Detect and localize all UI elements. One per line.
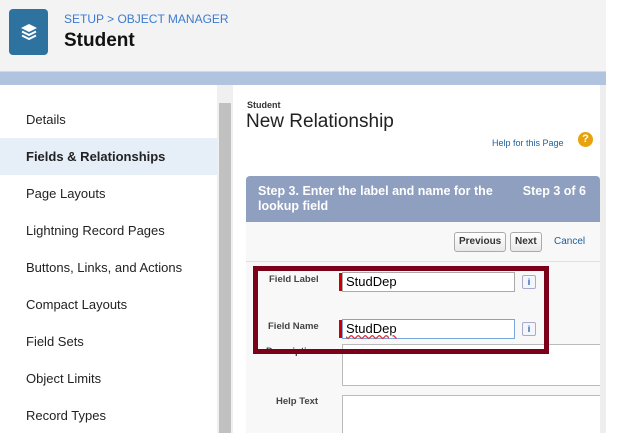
sidebar-item-page-layouts[interactable]: Page Layouts — [0, 175, 217, 212]
sidebar-item-buttons-links-actions[interactable]: Buttons, Links, and Actions — [0, 249, 217, 286]
sidebar-item-details[interactable]: Details — [0, 101, 217, 138]
help-text-label: Help Text — [276, 396, 319, 407]
sidebar-item-lightning-record-pages[interactable]: Lightning Record Pages — [0, 212, 217, 249]
main-scrollbar[interactable] — [600, 85, 606, 433]
help-link[interactable]: Help for this Page — [492, 138, 564, 148]
step-counter: Step 3 of 6 — [522, 184, 586, 198]
step-header: Step 3. Enter the label and name for the… — [246, 176, 600, 222]
next-button[interactable]: Next — [510, 232, 542, 252]
previous-button[interactable]: Previous — [454, 232, 507, 252]
main-content: Student New Relationship Help for this P… — [233, 85, 600, 433]
sidebar-item-compact-layouts[interactable]: Compact Layouts — [0, 286, 217, 323]
page-header: SETUP > OBJECT MANAGER Student — [0, 0, 606, 72]
help-text-textarea[interactable] — [342, 395, 600, 433]
help-icon[interactable]: ? — [578, 132, 593, 147]
page-heading: New Relationship — [246, 111, 394, 132]
sidebar-scrollbar[interactable] — [217, 85, 233, 433]
highlight-box — [253, 266, 549, 354]
scrollbar-thumb[interactable] — [219, 103, 231, 433]
step-title: Step 3. Enter the label and name for the… — [258, 184, 493, 213]
decorative-band — [0, 72, 606, 85]
object-name: Student — [247, 100, 281, 110]
sidebar-item-record-types[interactable]: Record Types — [0, 397, 217, 434]
sidebar-item-fields-relationships[interactable]: Fields & Relationships — [0, 138, 217, 175]
sidebar-item-field-sets[interactable]: Field Sets — [0, 323, 217, 360]
sidebar-item-object-limits[interactable]: Object Limits — [0, 360, 217, 397]
breadcrumb[interactable]: SETUP > OBJECT MANAGER — [64, 12, 229, 26]
page-title: Student — [64, 30, 135, 51]
sidebar: Details Fields & Relationships Page Layo… — [0, 85, 217, 433]
layers-icon — [9, 9, 48, 55]
button-bar: Previous Next Cancel — [246, 222, 600, 262]
cancel-link[interactable]: Cancel — [554, 236, 585, 247]
